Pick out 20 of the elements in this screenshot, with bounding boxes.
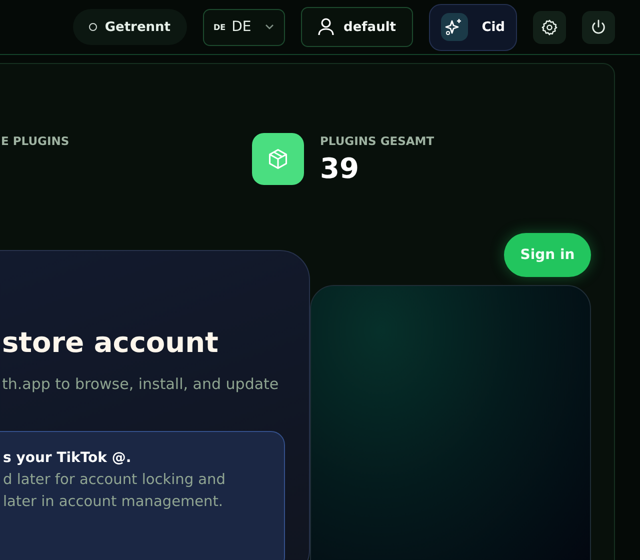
settings-button[interactable] — [533, 10, 566, 44]
settings-icon — [541, 18, 558, 36]
profile-button[interactable]: default — [300, 7, 413, 47]
notice-text: d later for account locking and — [3, 472, 226, 488]
assistant-button[interactable]: Cid — [429, 4, 517, 50]
stat-label: PLUGINS GESAMT — [320, 134, 434, 148]
package-icon — [252, 133, 304, 185]
language-select[interactable]: DE DE — [202, 8, 285, 46]
stat-value: 39 — [320, 152, 360, 185]
sparkle-icon — [441, 13, 468, 41]
stat-label: E PLUGINS — [1, 134, 70, 148]
power-icon — [590, 18, 607, 36]
user-icon — [318, 18, 334, 36]
notice-text: later in account management. — [3, 494, 224, 510]
card-title: store account — [2, 326, 220, 359]
power-button[interactable] — [582, 10, 615, 44]
notice-title: s your TikTok @. — [3, 450, 132, 466]
connection-status[interactable]: Getrennt — [72, 9, 187, 45]
chevron-down-icon — [264, 24, 274, 30]
card-subtitle: th.app to browse, install, and update — [2, 375, 280, 393]
